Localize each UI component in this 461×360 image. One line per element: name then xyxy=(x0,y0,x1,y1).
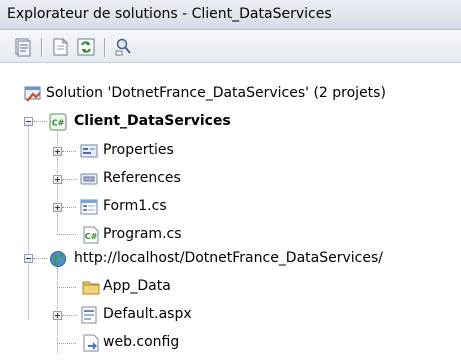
view-class-diagram-icon xyxy=(115,38,131,56)
toolbar-separator xyxy=(41,38,43,57)
svg-text:C#: C# xyxy=(52,119,65,128)
tree-item-web-config-label: web.config xyxy=(103,334,180,350)
collapse-toggle[interactable] xyxy=(24,117,33,126)
tree-guide-line xyxy=(28,126,29,319)
tree-guide-line xyxy=(33,258,47,259)
web-project-icon xyxy=(50,251,66,267)
aspx-file-icon xyxy=(81,306,97,324)
show-all-files-button[interactable] xyxy=(50,36,72,58)
folder-icon xyxy=(82,281,100,295)
properties-folder-icon xyxy=(80,144,98,158)
tree-guide-line xyxy=(62,151,76,152)
tree-item-client-dataservices-label: Client_DataServices xyxy=(74,113,231,129)
tree-guide-line xyxy=(57,287,76,288)
tree-guide-line xyxy=(33,121,47,122)
refresh-button[interactable] xyxy=(75,36,97,58)
csharp-file-icon: C# xyxy=(83,226,99,244)
expand-toggle[interactable] xyxy=(53,175,62,184)
expand-toggle[interactable] xyxy=(53,147,62,156)
tree-item-form1-cs-label: Form1.cs xyxy=(103,198,167,214)
view-class-diagram-button[interactable] xyxy=(113,36,135,58)
show-all-files-icon xyxy=(53,38,68,56)
tree-guide-line xyxy=(62,315,76,316)
tree-guide-line xyxy=(57,343,76,344)
expand-toggle[interactable] xyxy=(53,203,62,212)
toolbar-separator xyxy=(104,38,106,57)
properties-icon xyxy=(15,38,31,57)
config-file-icon xyxy=(83,334,99,352)
tree-guide-line xyxy=(62,207,76,208)
tree-item-default-aspx-label: Default.aspx xyxy=(103,306,192,322)
toolbar xyxy=(0,31,461,63)
csharp-project-icon: C# xyxy=(49,113,67,131)
tree-item-website-label: http://localhost/DotnetFrance_DataServic… xyxy=(74,250,383,266)
tree-item-references-label: References xyxy=(103,170,181,186)
tree-item-properties-label: Properties xyxy=(103,142,174,158)
references-icon xyxy=(80,173,98,185)
window-title: Explorateur de solutions - Client_DataSe… xyxy=(0,0,461,30)
tree-guide-line xyxy=(62,179,76,180)
tree-item-program-cs-label: Program.cs xyxy=(103,226,182,242)
refresh-icon xyxy=(77,38,95,56)
tree-item-app-data-label: App_Data xyxy=(103,278,171,294)
solution-icon xyxy=(24,86,41,102)
solution-tree: Solution 'DotnetFrance_DataServices' (2 … xyxy=(0,64,461,360)
tree-item-solution-label: Solution 'DotnetFrance_DataServices' (2 … xyxy=(46,85,386,101)
expand-toggle[interactable] xyxy=(53,311,62,320)
tree-guide-line xyxy=(57,234,76,235)
collapse-toggle[interactable] xyxy=(24,254,33,263)
properties-button[interactable] xyxy=(12,36,34,58)
form-file-icon xyxy=(80,199,98,215)
svg-text:C#: C# xyxy=(85,232,98,241)
